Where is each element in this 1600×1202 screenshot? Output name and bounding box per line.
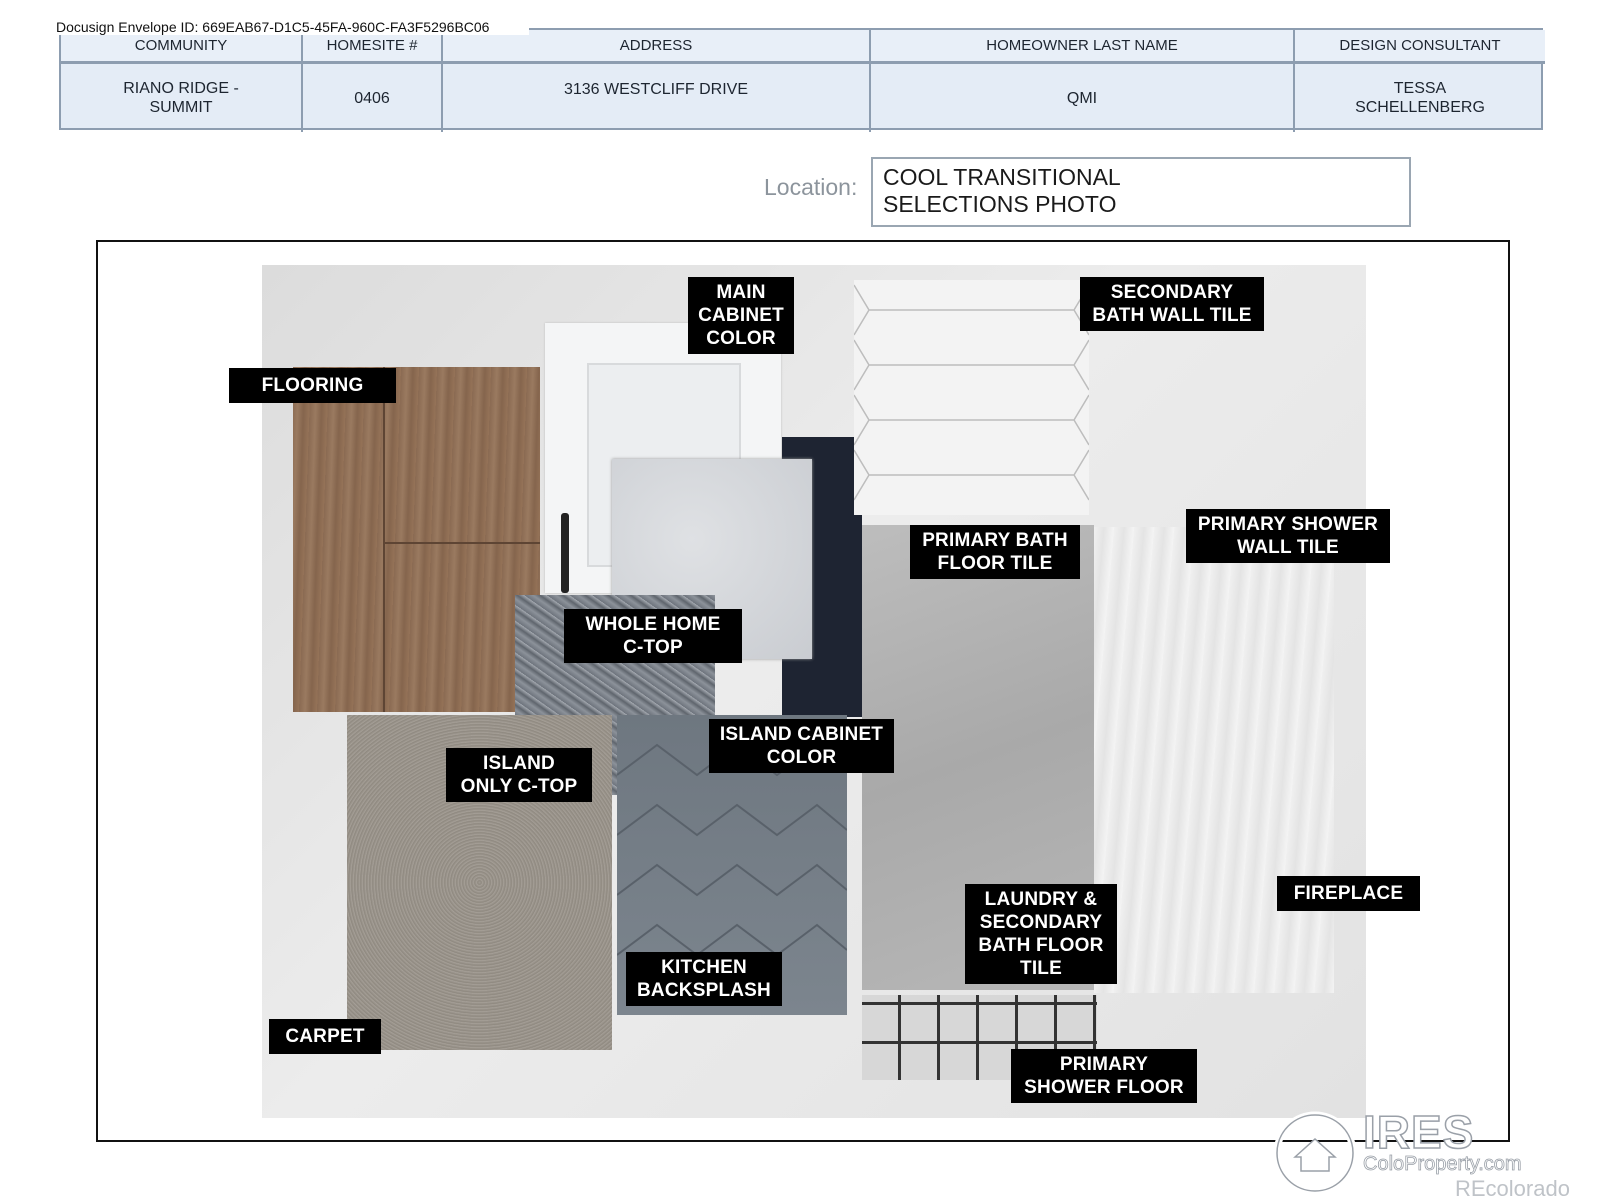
value-homesite: 0406	[303, 64, 443, 132]
label-laundry-secondary-bath-floor-tile: LAUNDRY & SECONDARY BATH FLOOR TILE	[965, 884, 1117, 984]
label-whole-home-ctop: WHOLE HOME C-TOP	[564, 609, 742, 663]
envelope-id: Docusign Envelope ID: 669EAB67-D1C5-45FA…	[56, 19, 530, 35]
watermark-brand: IRES	[1362, 1105, 1475, 1159]
header-homeowner: HOMEOWNER LAST NAME	[871, 30, 1295, 64]
label-secondary-bath-wall-tile: SECONDARY BATH WALL TILE	[1080, 277, 1264, 331]
label-main-cabinet-color: MAIN CABINET COLOR	[688, 277, 794, 354]
value-address: 3136 WESTCLIFF DRIVE	[443, 64, 871, 132]
homesite-info-table: COMMUNITY HOMESITE # ADDRESS HOMEOWNER L…	[59, 28, 1545, 132]
primary-shower-wall-tile-swatch	[1094, 527, 1334, 993]
label-primary-shower-wall-tile: PRIMARY SHOWER WALL TILE	[1186, 509, 1390, 563]
watermark-site: ColoProperty.com	[1363, 1153, 1522, 1176]
header-address: ADDRESS	[443, 30, 871, 64]
label-primary-bath-floor-tile: PRIMARY BATH FLOOR TILE	[910, 525, 1080, 579]
value-homeowner: QMI	[871, 64, 1295, 132]
location-box: COOL TRANSITIONAL SELECTIONS PHOTO	[871, 157, 1411, 227]
secondary-bath-wall-tile-swatch	[854, 280, 1089, 515]
header-consultant: DESIGN CONSULTANT	[1295, 30, 1545, 64]
label-carpet: CARPET	[269, 1019, 381, 1054]
wall-tile-pattern	[854, 284, 1089, 501]
label-island-cabinet-color: ISLAND CABINET COLOR	[709, 719, 894, 773]
label-fireplace: FIREPLACE	[1277, 876, 1420, 911]
label-island-only-ctop: ISLAND ONLY C-TOP	[446, 748, 592, 802]
header-community: COMMUNITY	[61, 30, 303, 64]
value-community: RIANO RIDGE - SUMMIT	[61, 64, 303, 132]
header-homesite: HOMESITE #	[303, 30, 443, 64]
label-kitchen-backsplash: KITCHEN BACKSPLASH	[626, 952, 782, 1006]
location-line-1: COOL TRANSITIONAL	[883, 164, 1121, 190]
watermark-source: REcolorado	[1455, 1176, 1570, 1201]
label-primary-shower-floor: PRIMARY SHOWER FLOOR	[1011, 1049, 1197, 1103]
location-label: Location:	[764, 174, 858, 200]
selections-photo	[262, 265, 1366, 1118]
location-line-2: SELECTIONS PHOTO	[883, 191, 1117, 217]
value-consultant: TESSA SCHELLENBERG	[1355, 80, 1485, 116]
label-flooring: FLOORING	[229, 368, 396, 403]
wood-flooring-swatch	[293, 367, 540, 712]
